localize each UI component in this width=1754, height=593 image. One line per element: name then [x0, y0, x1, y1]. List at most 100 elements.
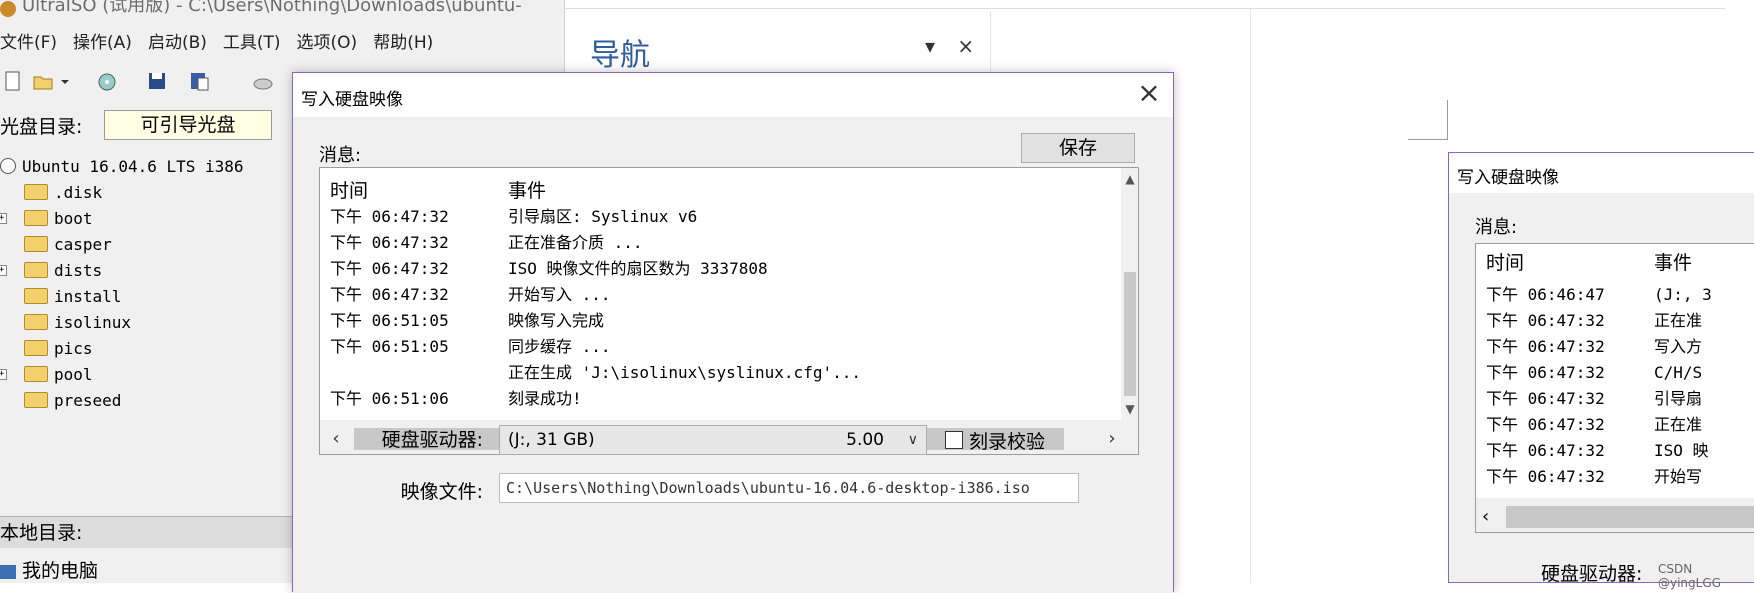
tree-item[interactable]: preseed: [0, 388, 290, 414]
dialog-body: 消息: 时间 事件 下午 06:46:47 (J:, 3 下午 06:47:32 正在…: [1449, 193, 1754, 582]
verify-checkbox[interactable]: [945, 431, 963, 449]
local-tree-item[interactable]: 我的电脑: [0, 556, 98, 583]
log-row: 正在生成 'J:\isolinux\syslinux.cfg'...: [320, 360, 1120, 386]
drive-size: 5.00: [846, 430, 884, 450]
folder-icon: [24, 210, 48, 226]
open-folder-icon[interactable]: [32, 70, 54, 92]
log-event: 正在准备介质 ...: [508, 233, 643, 252]
log-time: 下午 06:47:32: [330, 259, 449, 278]
message-log[interactable]: 时间 事件 下午 06:46:47 (J:, 3 下午 06:47:32 正在准 下午…: [1475, 243, 1754, 533]
tree-item-label: install: [54, 287, 122, 306]
folder-icon: [24, 366, 48, 382]
log-time: 下午 06:51:05: [330, 337, 449, 356]
log-event: 开始写入 ...: [508, 285, 611, 304]
log-event: 正在准: [1654, 415, 1703, 434]
menu-options[interactable]: 选项(O): [297, 33, 358, 53]
log-event: 引导扇: [1654, 389, 1703, 408]
tree-item[interactable]: casper: [0, 232, 290, 258]
tree-item[interactable]: .disk: [0, 180, 290, 206]
log-row: 下午 06:51:05 同步缓存 ...: [320, 334, 1120, 360]
iso-file-tree: Ubuntu 16.04.6 LTS i386 .disk + boot casp…: [0, 154, 290, 414]
menu-help[interactable]: 帮助(H): [373, 33, 433, 53]
log-header: 时间 事件: [320, 168, 1120, 204]
image-file-field[interactable]: C:\Users\Nothing\Downloads\ubuntu-16.04.…: [499, 473, 1079, 503]
tree-item[interactable]: Ubuntu 16.04.6 LTS i386: [0, 154, 290, 180]
expand-icon[interactable]: +: [0, 213, 7, 224]
menu-file[interactable]: 文件(F): [0, 33, 57, 53]
tree-item[interactable]: + boot: [0, 206, 290, 232]
column-header-time[interactable]: 时间: [1486, 250, 1524, 276]
tree-item-label: pool: [54, 365, 93, 384]
log-row: 下午 06:47:32 写入方: [1476, 334, 1754, 360]
scroll-left-icon[interactable]: ‹: [1482, 506, 1489, 528]
log-time: 下午 06:47:32: [1486, 467, 1605, 486]
new-file-icon[interactable]: [2, 70, 24, 92]
log-row: 下午 06:47:32 开始写入 ...: [320, 282, 1120, 308]
log-time: 下午 06:47:32: [330, 207, 449, 226]
cd-directory-field[interactable]: 可引导光盘: [104, 110, 272, 140]
log-row: 下午 06:51:06 刻录成功!: [320, 386, 1120, 412]
image-file-label: 映像文件:: [400, 481, 483, 503]
save-as-icon[interactable]: [188, 70, 210, 92]
menu-boot[interactable]: 启动(B): [148, 33, 207, 53]
save-button[interactable]: 保存: [1021, 133, 1135, 163]
log-row: 下午 06:47:32 开始写: [1476, 464, 1754, 490]
log-time: 下午 06:47:32: [1486, 389, 1605, 408]
log-row: 下午 06:51:05 映像写入完成: [320, 308, 1120, 334]
tree-item[interactable]: pics: [0, 336, 290, 362]
scroll-up-icon[interactable]: ▲: [1121, 170, 1138, 188]
dropdown-arrow-icon[interactable]: [60, 70, 70, 92]
scroll-thumb[interactable]: [1506, 506, 1754, 528]
log-event: 刻录成功!: [508, 389, 582, 408]
verify-label: 刻录校验: [969, 431, 1046, 453]
disc-icon: [0, 158, 16, 174]
divider: [1250, 8, 1251, 583]
tree-item[interactable]: isolinux: [0, 310, 290, 336]
tree-item-label: preseed: [54, 391, 122, 410]
log-row: 下午 06:47:32 ISO 映像文件的扇区数为 3337808: [320, 256, 1120, 282]
close-icon[interactable]: ×: [1133, 79, 1165, 111]
message-log[interactable]: 时间 事件 下午 06:47:32 引导扇区: Syslinux v6 下午 06…: [319, 167, 1139, 455]
tree-item[interactable]: + pool: [0, 362, 290, 388]
menu-tools[interactable]: 工具(T): [223, 33, 281, 53]
folder-icon: [24, 340, 48, 356]
column-header-event[interactable]: 事件: [508, 176, 546, 203]
log-row: 下午 06:47:32 正在准备介质 ...: [320, 230, 1120, 256]
vertical-scrollbar[interactable]: ▲ ▼: [1121, 168, 1138, 420]
write-disk-image-dialog-secondary: 写入硬盘映像 消息: 时间 事件 下午 06:46:47 (J:, 3 下午 06:…: [1448, 152, 1754, 583]
log-row: 下午 06:47:32 C/H/S: [1476, 360, 1754, 386]
mount-icon[interactable]: [252, 70, 274, 92]
column-header-time[interactable]: 时间: [330, 176, 368, 203]
scroll-thumb[interactable]: [1124, 272, 1136, 396]
dialog-title: 写入硬盘映像: [1457, 168, 1559, 188]
tree-root-label: Ubuntu 16.04.6 LTS i386: [22, 157, 244, 176]
scroll-down-icon[interactable]: ▼: [1121, 400, 1138, 418]
menu-action[interactable]: 操作(A): [73, 33, 132, 53]
log-row: 下午 06:47:32 引导扇区: Syslinux v6: [320, 204, 1120, 230]
log-time: 下午 06:47:32: [1486, 311, 1605, 330]
log-row: 下午 06:47:32 ISO 映: [1476, 438, 1754, 464]
column-header-event[interactable]: 事件: [1654, 250, 1692, 276]
expand-icon[interactable]: +: [0, 265, 7, 276]
window-title-bar: UltraISO (试用版) - C:\Users\Nothing\Downlo…: [0, 0, 565, 18]
expand-icon[interactable]: +: [0, 369, 7, 380]
tree-item-label: pics: [54, 339, 93, 358]
log-event: (J:, 3: [1654, 285, 1712, 304]
save-icon[interactable]: [146, 70, 168, 92]
page-corner-mark: [1408, 100, 1448, 140]
menu-bar: 文件(F) 操作(A) 启动(B) 工具(T) 选项(O) 帮助(H): [0, 28, 449, 54]
nav-pane-controls[interactable]: ▾ ×: [925, 34, 982, 58]
horizontal-scrollbar[interactable]: ‹: [1476, 498, 1754, 532]
log-row: 下午 06:47:32 引导扇: [1476, 386, 1754, 412]
burn-disc-icon[interactable]: [96, 70, 118, 92]
scroll-right-icon[interactable]: ›: [1100, 428, 1124, 450]
tree-item[interactable]: + dists: [0, 258, 290, 284]
tree-item-label: isolinux: [54, 313, 132, 332]
tree-item-label: casper: [54, 235, 112, 254]
log-time: 下午 06:47:32: [330, 233, 449, 252]
drive-select[interactable]: (J:, 31 GB) 5.00 ∨: [499, 425, 927, 455]
watermark: CSDN @yingLGG: [1658, 562, 1721, 590]
folder-icon: [24, 392, 48, 408]
ultraiso-app-icon: [0, 1, 16, 17]
tree-item[interactable]: install: [0, 284, 290, 310]
